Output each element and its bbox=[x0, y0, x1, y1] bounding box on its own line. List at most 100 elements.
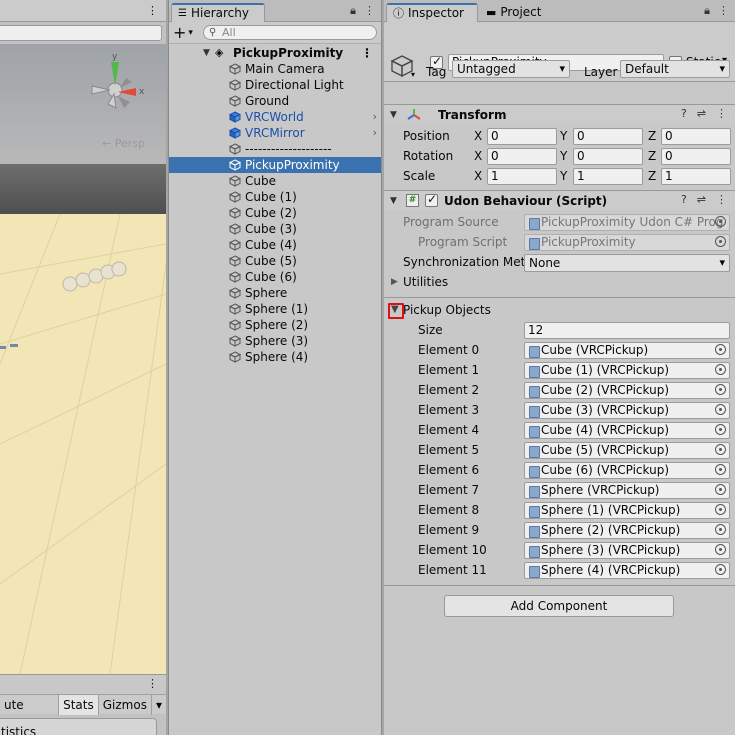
tab-project[interactable]: ▬ Project bbox=[480, 3, 549, 22]
vector-x-field[interactable]: 0 bbox=[487, 128, 557, 145]
help-icon[interactable]: ? bbox=[681, 107, 687, 120]
hierarchy-item[interactable]: VRCMirror › bbox=[169, 125, 381, 141]
scene-viewport[interactable]: y x ← Persp bbox=[0, 44, 166, 674]
scene-more-icon[interactable]: ⋮ bbox=[147, 4, 158, 17]
vector-x-field[interactable]: 1 bbox=[487, 168, 557, 185]
mute-audio-button[interactable]: ute Audio bbox=[0, 694, 60, 732]
hierarchy-item[interactable]: Sphere (1) bbox=[169, 301, 381, 317]
object-picker-icon[interactable] bbox=[715, 424, 726, 435]
gizmos-dropdown-icon[interactable]: ▾ bbox=[152, 695, 166, 715]
object-picker-icon[interactable] bbox=[715, 404, 726, 415]
lock-icon[interactable]: 🔒︎ bbox=[704, 4, 710, 18]
lock-icon[interactable]: 🔒︎ bbox=[350, 4, 356, 18]
scene-view[interactable]: ⋮ y x ← Persp ⋮ ute Stats Gizmos ▾ tisti… bbox=[0, 0, 166, 735]
tab-inspector[interactable]: ⓘ Inspector bbox=[386, 3, 478, 22]
hierarchy-item[interactable]: VRCWorld › bbox=[169, 109, 381, 125]
hierarchy-item[interactable]: Sphere (4) bbox=[169, 349, 381, 365]
object-picker-icon[interactable] bbox=[715, 444, 726, 455]
object-picker-icon[interactable] bbox=[715, 484, 726, 495]
object-picker-icon[interactable] bbox=[715, 344, 726, 355]
object-picker-icon[interactable] bbox=[715, 524, 726, 535]
game-more-icon[interactable]: ⋮ bbox=[147, 677, 158, 690]
fold-open-icon[interactable]: ▼ bbox=[390, 110, 402, 120]
vector-z-field[interactable]: 0 bbox=[661, 128, 731, 145]
tag-dropdown[interactable]: Untagged bbox=[452, 60, 570, 78]
persp-label[interactable]: ← Persp bbox=[102, 137, 145, 150]
element-object-field[interactable]: Cube (3) (VRCPickup) bbox=[524, 402, 730, 419]
hierarchy-item[interactable]: Ground bbox=[169, 93, 381, 109]
more-icon[interactable]: ⋮ bbox=[716, 193, 727, 206]
element-object-field[interactable]: Cube (4) (VRCPickup) bbox=[524, 422, 730, 439]
hierarchy-item[interactable]: Sphere (3) bbox=[169, 333, 381, 349]
hierarchy-item[interactable]: Sphere bbox=[169, 285, 381, 301]
hierarchy-item[interactable]: Cube (2) bbox=[169, 205, 381, 221]
program-script-field[interactable]: PickupProximity bbox=[524, 234, 730, 251]
hierarchy-item[interactable]: Cube (4) bbox=[169, 237, 381, 253]
stats-button[interactable]: Stats bbox=[59, 694, 99, 715]
utilities-row[interactable]: ▶ Utilities bbox=[384, 273, 735, 293]
more-icon[interactable]: ⋮ bbox=[364, 4, 375, 18]
scene-root-row[interactable]: ▼ ◈ PickupProximity ⋮ bbox=[169, 45, 381, 61]
fold-closed-icon[interactable]: ▶ bbox=[391, 277, 398, 287]
element-object-field[interactable]: Sphere (3) (VRCPickup) bbox=[524, 542, 730, 559]
object-picker-icon[interactable] bbox=[715, 504, 726, 515]
fold-open-icon[interactable]: ▼ bbox=[203, 45, 210, 61]
object-picker-icon[interactable] bbox=[715, 464, 726, 475]
object-picker-icon[interactable] bbox=[715, 544, 726, 555]
more-icon[interactable]: ⋮ bbox=[718, 4, 729, 18]
object-picker-icon[interactable] bbox=[715, 564, 726, 575]
more-icon[interactable]: ⋮ bbox=[716, 107, 727, 120]
sync-dropdown[interactable]: None bbox=[524, 254, 730, 272]
tab-hierarchy[interactable]: ☰ Hierarchy bbox=[171, 3, 265, 22]
vector-z-field[interactable]: 1 bbox=[661, 168, 731, 185]
transform-header[interactable]: ▼ Transform ? ⇌ ⋮ bbox=[384, 104, 735, 124]
object-picker-icon[interactable] bbox=[715, 384, 726, 395]
element-object-field[interactable]: Cube (2) (VRCPickup) bbox=[524, 382, 730, 399]
layer-dropdown[interactable]: Default bbox=[620, 60, 730, 78]
vector-z-field[interactable]: 0 bbox=[661, 148, 731, 165]
hierarchy-item[interactable]: Main Camera bbox=[169, 61, 381, 77]
gizmos-button[interactable]: Gizmos bbox=[99, 694, 152, 715]
hierarchy-item[interactable]: Directional Light bbox=[169, 77, 381, 93]
vector-y-field[interactable]: 0 bbox=[573, 148, 643, 165]
hierarchy-item[interactable]: Cube (3) bbox=[169, 221, 381, 237]
scene-search-input[interactable] bbox=[0, 25, 162, 41]
chevron-right-icon[interactable]: › bbox=[373, 125, 377, 141]
preset-icon[interactable]: ⇌ bbox=[697, 193, 706, 206]
help-icon[interactable]: ? bbox=[681, 193, 687, 206]
element-object-field[interactable]: Sphere (2) (VRCPickup) bbox=[524, 522, 730, 539]
element-object-field[interactable]: Cube (1) (VRCPickup) bbox=[524, 362, 730, 379]
axis-gizmo-icon[interactable]: y x bbox=[80, 50, 150, 126]
hierarchy-item[interactable]: Cube (1) bbox=[169, 189, 381, 205]
element-object-field[interactable]: Cube (VRCPickup) bbox=[524, 342, 730, 359]
element-object-field[interactable]: Cube (5) (VRCPickup) bbox=[524, 442, 730, 459]
object-picker-icon[interactable] bbox=[715, 236, 726, 247]
icon-dropdown-icon[interactable]: ▾ bbox=[411, 70, 415, 79]
vector-x-field[interactable]: 0 bbox=[487, 148, 557, 165]
hierarchy-item[interactable]: Sphere (2) bbox=[169, 317, 381, 333]
element-object-field[interactable]: Cube (6) (VRCPickup) bbox=[524, 462, 730, 479]
udon-enabled-checkbox[interactable] bbox=[425, 192, 438, 207]
hierarchy-item[interactable]: Cube bbox=[169, 173, 381, 189]
hierarchy-item[interactable]: -------------------- bbox=[169, 141, 381, 157]
scene-more-icon[interactable]: ⋮ bbox=[361, 45, 373, 61]
add-component-button[interactable]: Add Component bbox=[444, 595, 674, 617]
program-source-field[interactable]: PickupProximity Udon C# Prog bbox=[524, 214, 730, 231]
object-picker-icon[interactable] bbox=[715, 364, 726, 375]
element-object-field[interactable]: Sphere (1) (VRCPickup) bbox=[524, 502, 730, 519]
fold-open-icon[interactable]: ▼ bbox=[390, 196, 402, 206]
object-picker-icon[interactable] bbox=[715, 216, 726, 227]
preset-icon[interactable]: ⇌ bbox=[697, 107, 706, 120]
create-button[interactable]: + ▾ bbox=[173, 23, 203, 42]
size-field[interactable]: 12 bbox=[524, 322, 730, 339]
pickup-objects-row[interactable]: Pickup Objects bbox=[384, 301, 735, 321]
hierarchy-item[interactable]: PickupProximity bbox=[169, 157, 381, 173]
chevron-right-icon[interactable]: › bbox=[373, 109, 377, 125]
vector-y-field[interactable]: 0 bbox=[573, 128, 643, 145]
element-object-field[interactable]: Sphere (VRCPickup) bbox=[524, 482, 730, 499]
hierarchy-search-input[interactable]: All bbox=[203, 25, 377, 40]
vector-y-field[interactable]: 1 bbox=[573, 168, 643, 185]
udon-header[interactable]: ▼ # Udon Behaviour (Script) ? ⇌ ⋮ bbox=[384, 190, 735, 210]
hierarchy-item[interactable]: Cube (5) bbox=[169, 253, 381, 269]
pickup-fold-icon[interactable] bbox=[388, 303, 404, 319]
